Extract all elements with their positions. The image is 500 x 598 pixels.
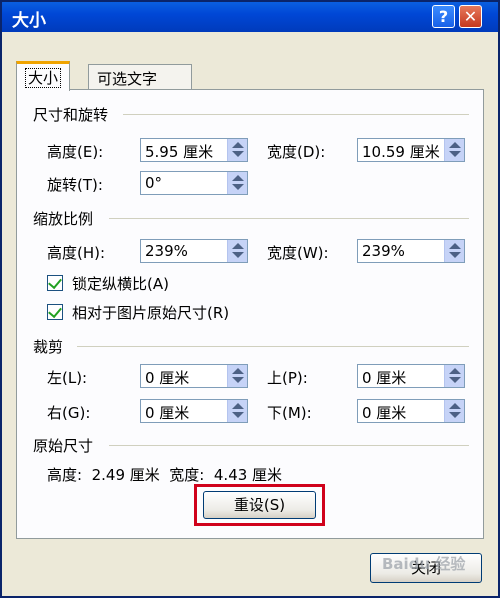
scale-width-stepper[interactable]: 239%	[357, 239, 465, 263]
tab-size[interactable]: 大小	[16, 61, 71, 91]
spin-down-icon[interactable]	[232, 412, 244, 418]
spin-buttons[interactable]	[227, 365, 247, 387]
tab-alt-text[interactable]: 可选文字	[88, 64, 192, 90]
section-crop: 裁剪	[33, 338, 64, 356]
spin-buttons[interactable]	[444, 400, 464, 422]
spin-down-icon[interactable]	[449, 151, 461, 157]
spin-up-icon[interactable]	[232, 142, 244, 148]
crop-bottom-label: 下(M):	[267, 404, 312, 422]
width-label: 宽度(D):	[267, 143, 326, 161]
spin-up-icon[interactable]	[449, 142, 461, 148]
spin-buttons[interactable]	[444, 139, 464, 161]
relative-size-label[interactable]: 相对于图片原始尺寸(R)	[72, 302, 229, 323]
title-bar[interactable]: 大小 ? ✕	[2, 2, 498, 32]
crop-bottom-stepper[interactable]: 0 厘米	[357, 399, 465, 423]
spin-down-icon[interactable]	[449, 412, 461, 418]
spin-up-icon[interactable]	[232, 243, 244, 249]
spin-buttons[interactable]	[227, 172, 247, 194]
lock-aspect-label[interactable]: 锁定纵横比(A)	[72, 273, 169, 294]
spin-up-icon[interactable]	[232, 175, 244, 181]
divider	[123, 114, 469, 115]
divider	[77, 346, 469, 347]
spin-down-icon[interactable]	[232, 377, 244, 383]
scale-height-stepper[interactable]: 239%	[140, 239, 248, 263]
crop-right-label: 右(G):	[47, 404, 91, 422]
spin-buttons[interactable]	[444, 365, 464, 387]
crop-top-value: 0 厘米	[362, 369, 407, 387]
section-scale: 缩放比例	[33, 210, 94, 228]
reset-button[interactable]: 重设(S)	[203, 491, 316, 519]
checkmark-icon	[48, 274, 62, 290]
crop-right-value: 0 厘米	[145, 404, 190, 422]
width-stepper[interactable]: 10.59 厘米	[357, 138, 465, 162]
spin-buttons[interactable]	[227, 139, 247, 161]
watermark: Baidu 经验	[382, 555, 466, 573]
section-size-rotate: 尺寸和旋转	[33, 106, 109, 124]
spin-up-icon[interactable]	[449, 368, 461, 374]
divider	[109, 218, 469, 219]
scale-height-value: 239%	[145, 242, 188, 260]
crop-right-stepper[interactable]: 0 厘米	[140, 399, 248, 423]
spin-down-icon[interactable]	[232, 252, 244, 258]
height-label: 高度(E):	[47, 143, 104, 161]
crop-top-stepper[interactable]: 0 厘米	[357, 364, 465, 388]
lock-aspect-checkbox[interactable]	[47, 274, 63, 291]
width-value: 10.59 厘米	[362, 143, 440, 161]
scale-width-value: 239%	[362, 242, 405, 260]
help-icon[interactable]: ?	[432, 5, 455, 28]
rotate-value: 0°	[145, 174, 163, 192]
height-stepper[interactable]: 5.95 厘米	[140, 138, 248, 162]
spin-buttons[interactable]	[444, 240, 464, 262]
tab-panel: 尺寸和旋转 高度(E): 5.95 厘米 宽度(D): 10.59 厘米 旋转(…	[16, 89, 484, 539]
relative-size-checkbox[interactable]	[47, 303, 63, 320]
checkmark-icon	[48, 303, 62, 319]
section-original-size: 原始尺寸	[33, 437, 94, 455]
spin-up-icon[interactable]	[232, 368, 244, 374]
crop-bottom-value: 0 厘米	[362, 404, 407, 422]
rotate-label: 旋转(T):	[47, 176, 103, 194]
crop-top-label: 上(P):	[267, 369, 308, 387]
scale-width-label: 宽度(W):	[267, 244, 329, 262]
original-size-text: 高度: 2.49 厘米 宽度: 4.43 厘米	[47, 466, 283, 484]
spin-down-icon[interactable]	[449, 252, 461, 258]
close-icon[interactable]: ✕	[459, 5, 482, 28]
dialog-title: 大小	[12, 11, 46, 31]
divider	[109, 445, 469, 446]
crop-left-stepper[interactable]: 0 厘米	[140, 364, 248, 388]
spin-down-icon[interactable]	[232, 151, 244, 157]
rotate-stepper[interactable]: 0°	[140, 171, 248, 195]
spin-down-icon[interactable]	[232, 184, 244, 190]
spin-up-icon[interactable]	[449, 403, 461, 409]
crop-left-value: 0 厘米	[145, 369, 190, 387]
scale-height-label: 高度(H):	[47, 244, 106, 262]
spin-buttons[interactable]	[227, 400, 247, 422]
spin-up-icon[interactable]	[449, 243, 461, 249]
size-dialog: 大小 ? ✕ 大小 可选文字 尺寸和旋转 高度(E): 5.95 厘米 宽度(D…	[0, 0, 500, 598]
crop-left-label: 左(L):	[47, 369, 88, 387]
height-value: 5.95 厘米	[145, 143, 214, 161]
spin-up-icon[interactable]	[232, 403, 244, 409]
spin-buttons[interactable]	[227, 240, 247, 262]
spin-down-icon[interactable]	[449, 377, 461, 383]
